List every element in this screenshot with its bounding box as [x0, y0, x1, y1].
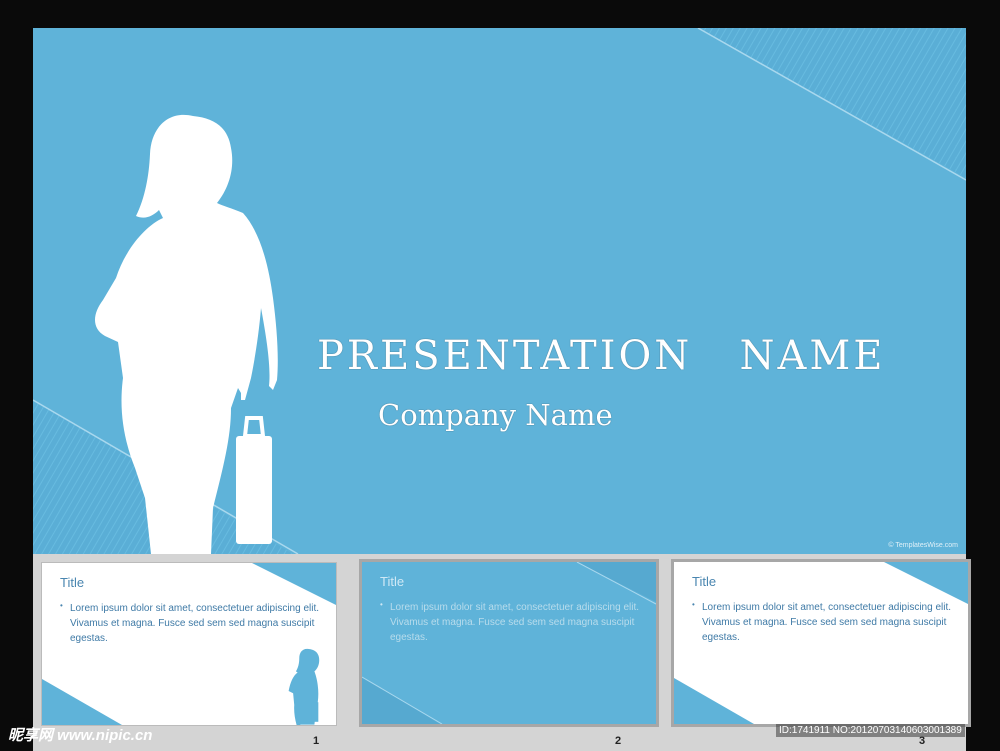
bullet-icon: •	[380, 600, 383, 609]
thumbnail-number-2: 2	[615, 735, 622, 747]
site-watermark: 昵享网 www.nipic.cn	[8, 727, 153, 744]
slide-thumbnail-3[interactable]: Title • Lorem ipsum dolor sit amet, cons…	[671, 559, 971, 727]
businesswoman-silhouette-icon	[288, 648, 320, 725]
thumbnail-body: Lorem ipsum dolor sit amet, consectetuer…	[702, 602, 952, 643]
bullet-icon: •	[692, 600, 695, 609]
bullet-icon: •	[60, 601, 63, 610]
thumbnail-body: Lorem ipsum dolor sit amet, consectetuer…	[70, 603, 320, 644]
main-slide-preview[interactable]: PRESENTATION NAME Company Name © Templat…	[33, 28, 966, 554]
slide-background-decoration	[33, 28, 966, 554]
image-id-watermark: ID:1741911 NO:20120703140603001389	[776, 724, 965, 737]
slide-thumbnail-2[interactable]: Title • Lorem ipsum dolor sit amet, cons…	[359, 559, 659, 727]
thumbnail-title: Title	[380, 574, 405, 589]
thumbnail-title: Title	[692, 574, 717, 589]
slide-thumbnail-1[interactable]: Title • Lorem ipsum dolor sit amet, cons…	[41, 562, 337, 726]
presentation-title: PRESENTATION NAME	[317, 333, 886, 379]
thumbnail-body: Lorem ipsum dolor sit amet, consectetuer…	[390, 602, 640, 643]
company-name-subtitle: Company Name	[378, 398, 613, 432]
thumbnail-title: Title	[60, 575, 85, 590]
slide-thumbnail-strip: Title • Lorem ipsum dolor sit amet, cons…	[33, 554, 971, 751]
template-credit: © TemplatesWise.com	[888, 542, 958, 549]
thumbnail-number-1: 1	[313, 735, 320, 747]
